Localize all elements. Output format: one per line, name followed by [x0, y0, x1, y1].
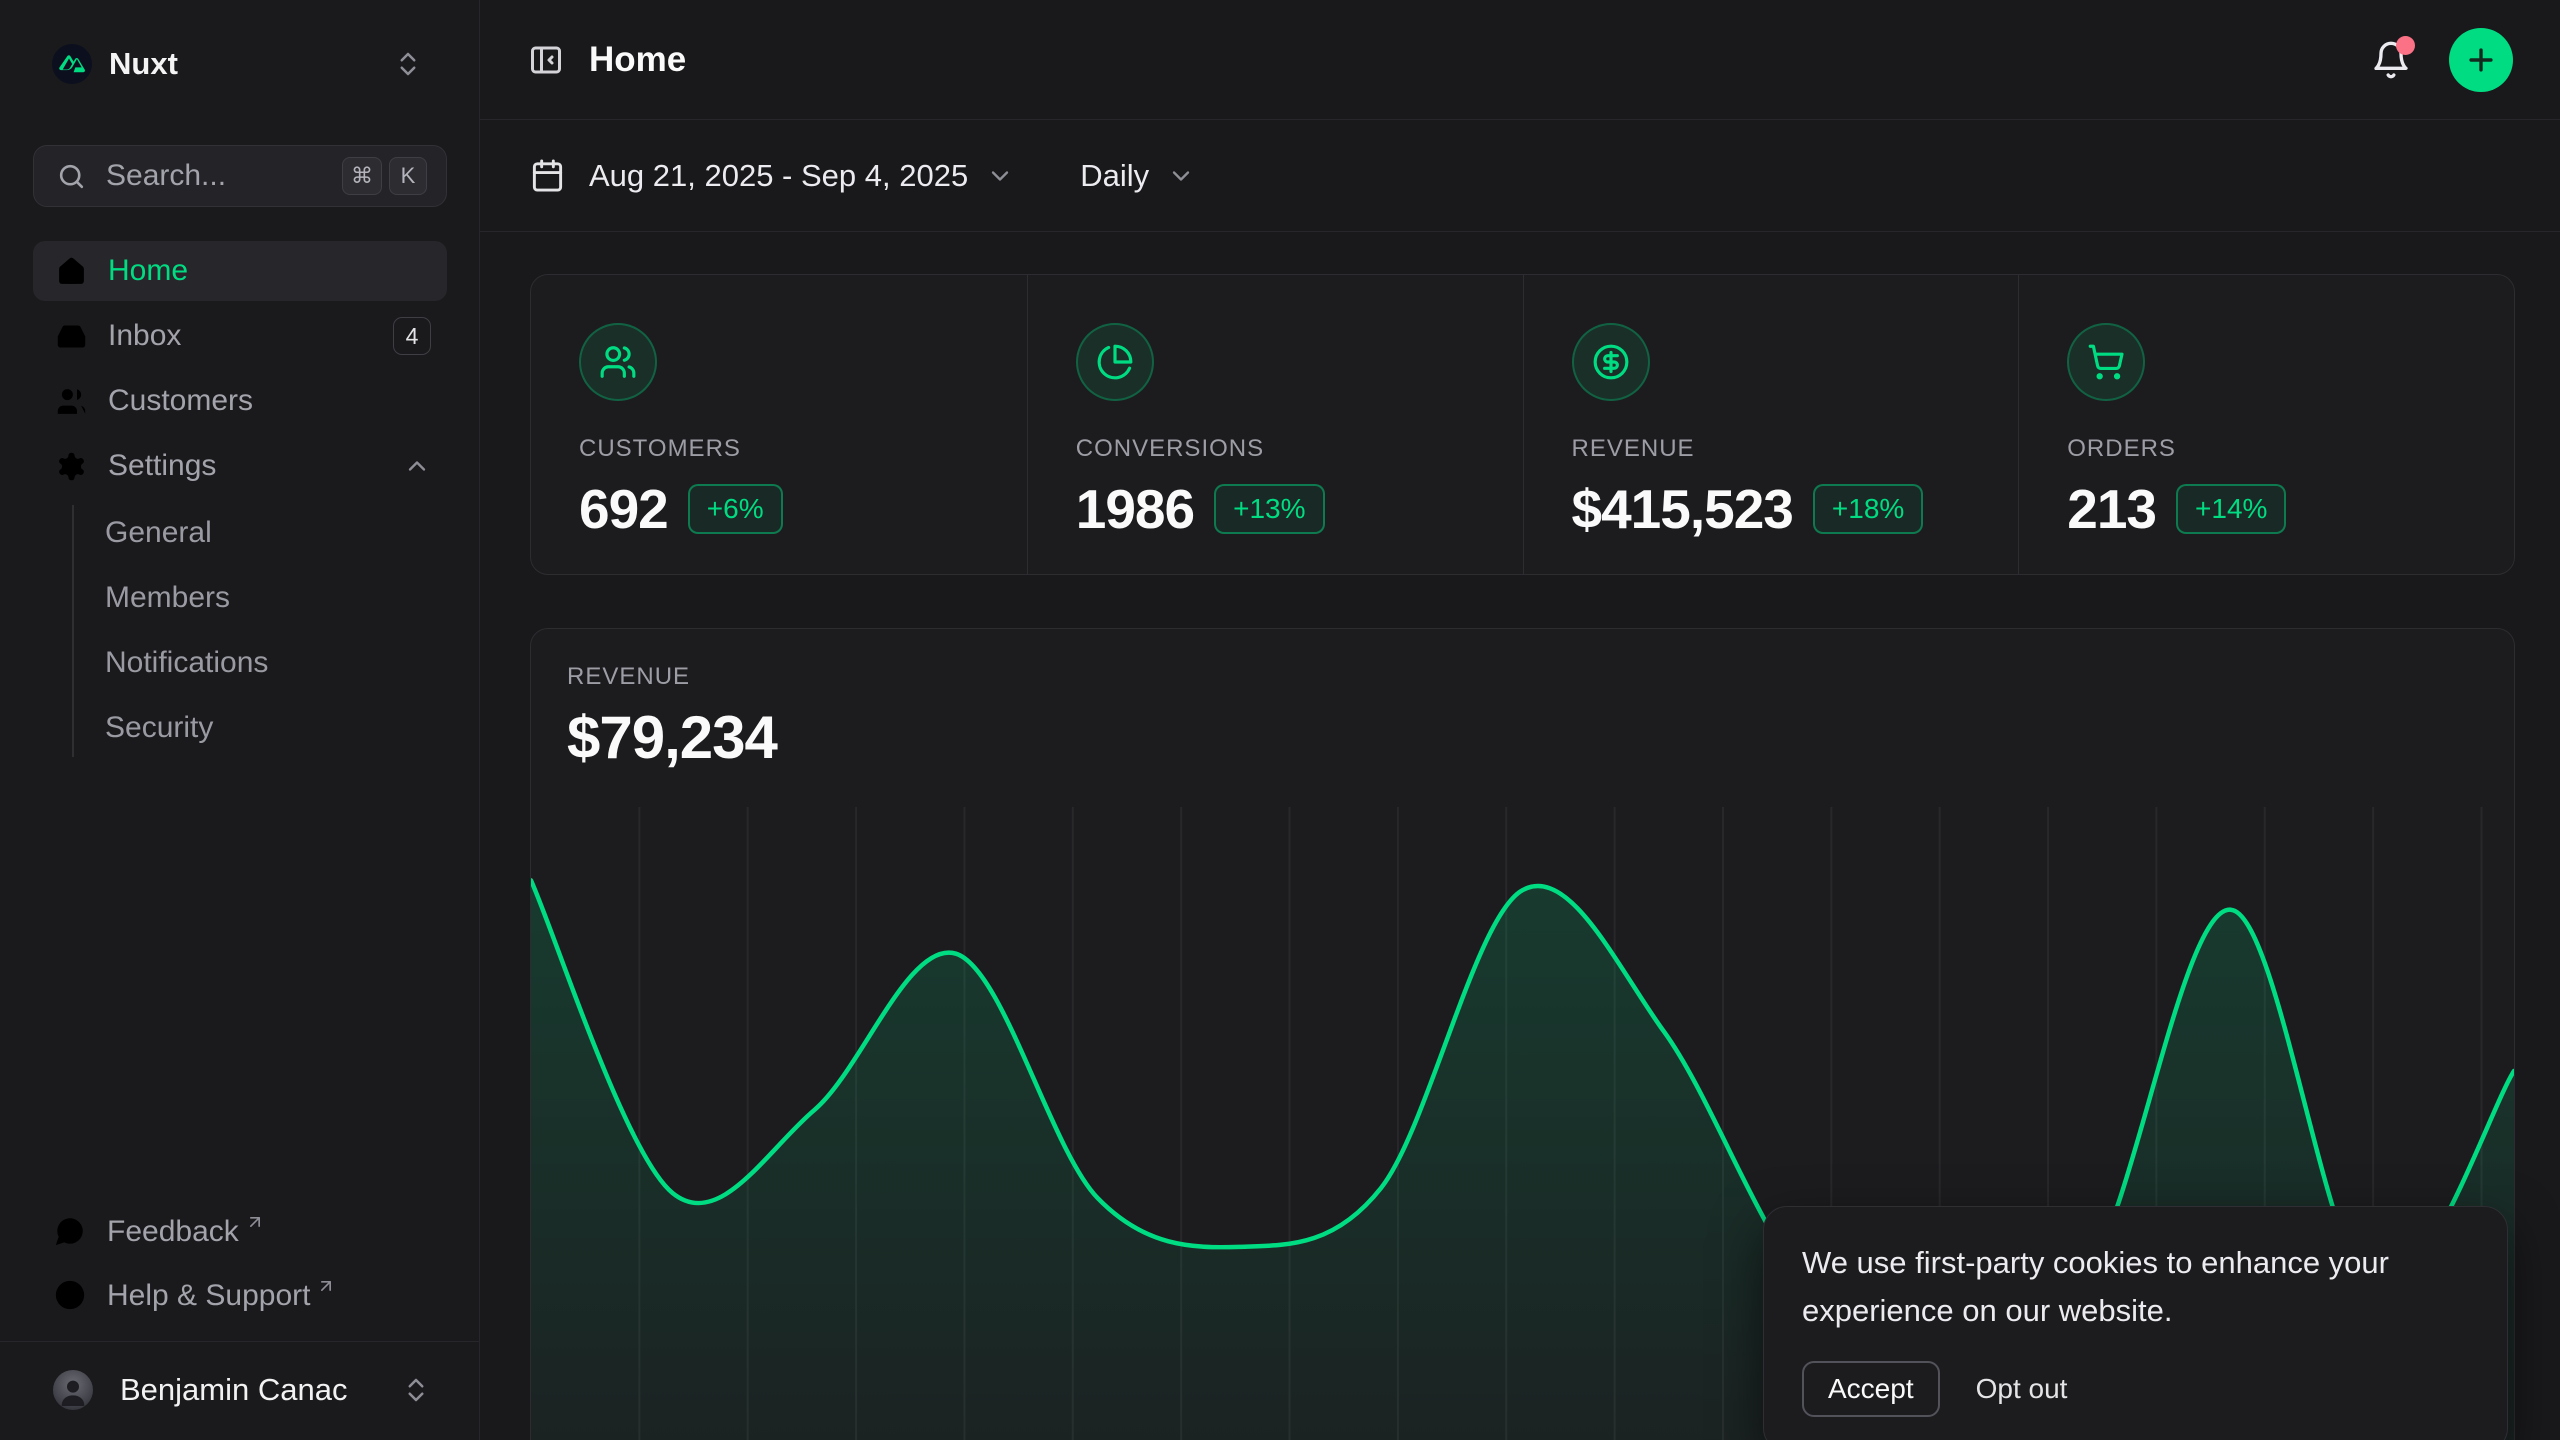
stat-delta-badge: +6%	[688, 484, 783, 534]
sidebar-item-general[interactable]: General	[33, 500, 447, 565]
stat-delta-badge: +13%	[1214, 484, 1324, 534]
sidebar-item-home[interactable]: Home	[33, 241, 447, 301]
chevrons-up-down-icon	[393, 49, 423, 79]
shopping-cart-icon	[2067, 323, 2145, 401]
cookie-actions: Accept Opt out	[1802, 1361, 2469, 1417]
sidebar-item-label: Inbox	[108, 319, 393, 353]
cookie-banner: We use first-party cookies to enhance yo…	[1763, 1206, 2508, 1440]
arrow-up-right-icon	[245, 1212, 265, 1232]
users-icon	[579, 323, 657, 401]
date-range-picker[interactable]: Aug 21, 2025 - Sep 4, 2025	[530, 158, 1014, 194]
sidebar: Nuxt Search... ⌘ K Home Inbox 4	[0, 0, 480, 1440]
chevrons-up-down-icon	[401, 1375, 431, 1405]
avatar	[53, 1370, 93, 1410]
notifications-bell-icon[interactable]	[2371, 40, 2411, 80]
stat-conversions: CONVERSIONS 1986 +13%	[1027, 275, 1523, 574]
chevron-down-icon	[986, 162, 1014, 190]
granularity-select[interactable]: Daily	[1080, 158, 1195, 194]
home-icon	[55, 255, 88, 288]
sidebar-nav: Home Inbox 4 Customers Settings	[33, 241, 447, 501]
brand-name: Nuxt	[109, 46, 178, 82]
inbox-icon	[55, 320, 88, 353]
page-title: Home	[589, 40, 686, 80]
sidebar-item-settings[interactable]: Settings	[33, 436, 447, 496]
sidebar-item-label: Customers	[108, 384, 431, 418]
message-circle-icon	[53, 1214, 87, 1248]
user-menu-button[interactable]: Benjamin Canac	[33, 1356, 447, 1424]
stat-value: 1986	[1076, 477, 1194, 541]
stat-revenue: REVENUE $415,523 +18%	[1523, 275, 2019, 574]
date-range-label: Aug 21, 2025 - Sep 4, 2025	[589, 158, 968, 194]
sidebar-item-label: Settings	[108, 449, 403, 483]
subnav-guide-line	[72, 505, 74, 757]
pie-chart-icon	[1076, 323, 1154, 401]
page-header: Home	[480, 0, 2560, 120]
search-placeholder: Search...	[106, 159, 342, 193]
search-icon	[56, 161, 87, 192]
granularity-label: Daily	[1080, 158, 1149, 194]
cookie-message: We use first-party cookies to enhance yo…	[1802, 1239, 2422, 1335]
chevron-up-icon	[403, 452, 431, 480]
sidebar-collapse-icon[interactable]	[528, 42, 564, 78]
sidebar-item-members[interactable]: Members	[33, 565, 447, 630]
sidebar-divider	[0, 1341, 480, 1342]
sidebar-item-inbox[interactable]: Inbox 4	[33, 306, 447, 366]
stat-delta-badge: +14%	[2176, 484, 2286, 534]
stat-value: 213	[2067, 477, 2156, 541]
users-icon	[55, 385, 88, 418]
info-icon	[53, 1278, 87, 1312]
inbox-unread-badge: 4	[393, 317, 431, 355]
gear-icon	[55, 450, 88, 483]
sidebar-item-label: Feedback	[107, 1214, 239, 1250]
plus-icon	[2464, 43, 2498, 77]
arrow-up-right-icon	[316, 1276, 336, 1296]
nuxt-logo-icon	[52, 44, 92, 84]
stat-value: $415,523	[1572, 477, 1793, 541]
stat-label: REVENUE	[1572, 435, 2019, 463]
calendar-icon	[530, 158, 565, 193]
circle-dollar-icon	[1572, 323, 1650, 401]
stat-label: CUSTOMERS	[579, 435, 1027, 463]
opt-out-button[interactable]: Opt out	[1976, 1373, 2068, 1405]
user-name: Benjamin Canac	[120, 1372, 401, 1408]
stats-card: CUSTOMERS 692 +6% CONVERSIONS 1986 +13%	[530, 274, 2515, 575]
sidebar-item-customers[interactable]: Customers	[33, 371, 447, 431]
kbd-meta: ⌘	[342, 157, 382, 195]
stat-value: 692	[579, 477, 668, 541]
header-actions	[2371, 28, 2513, 92]
search-input[interactable]: Search... ⌘ K	[33, 145, 447, 207]
kbd-k: K	[389, 157, 427, 195]
chevron-down-icon	[1167, 162, 1195, 190]
sidebar-item-feedback[interactable]: Feedback	[33, 1200, 447, 1264]
accept-button[interactable]: Accept	[1802, 1361, 1940, 1417]
sidebar-item-notifications[interactable]: Notifications	[33, 630, 447, 695]
stat-delta-badge: +18%	[1813, 484, 1923, 534]
stat-label: ORDERS	[2067, 435, 2514, 463]
notification-unread-dot	[2396, 36, 2415, 55]
revenue-chart-label: REVENUE	[567, 663, 2478, 691]
sidebar-item-security[interactable]: Security	[33, 695, 447, 760]
sidebar-item-label: Help & Support	[107, 1278, 310, 1314]
revenue-chart-value: $79,234	[567, 703, 2478, 772]
sidebar-item-label: Home	[108, 254, 431, 288]
add-button[interactable]	[2449, 28, 2513, 92]
filters-bar: Aug 21, 2025 - Sep 4, 2025 Daily	[480, 120, 2560, 232]
settings-subnav: General Members Notifications Security	[33, 500, 447, 760]
stat-orders: ORDERS 213 +14%	[2018, 275, 2514, 574]
stat-label: CONVERSIONS	[1076, 435, 1523, 463]
team-switcher[interactable]: Nuxt	[33, 38, 447, 90]
sidebar-footer: Feedback Help & Support	[33, 1200, 447, 1328]
sidebar-item-help-support[interactable]: Help & Support	[33, 1264, 447, 1328]
revenue-chart-header: REVENUE $79,234	[531, 629, 2514, 772]
stat-customers: CUSTOMERS 692 +6%	[531, 275, 1027, 574]
